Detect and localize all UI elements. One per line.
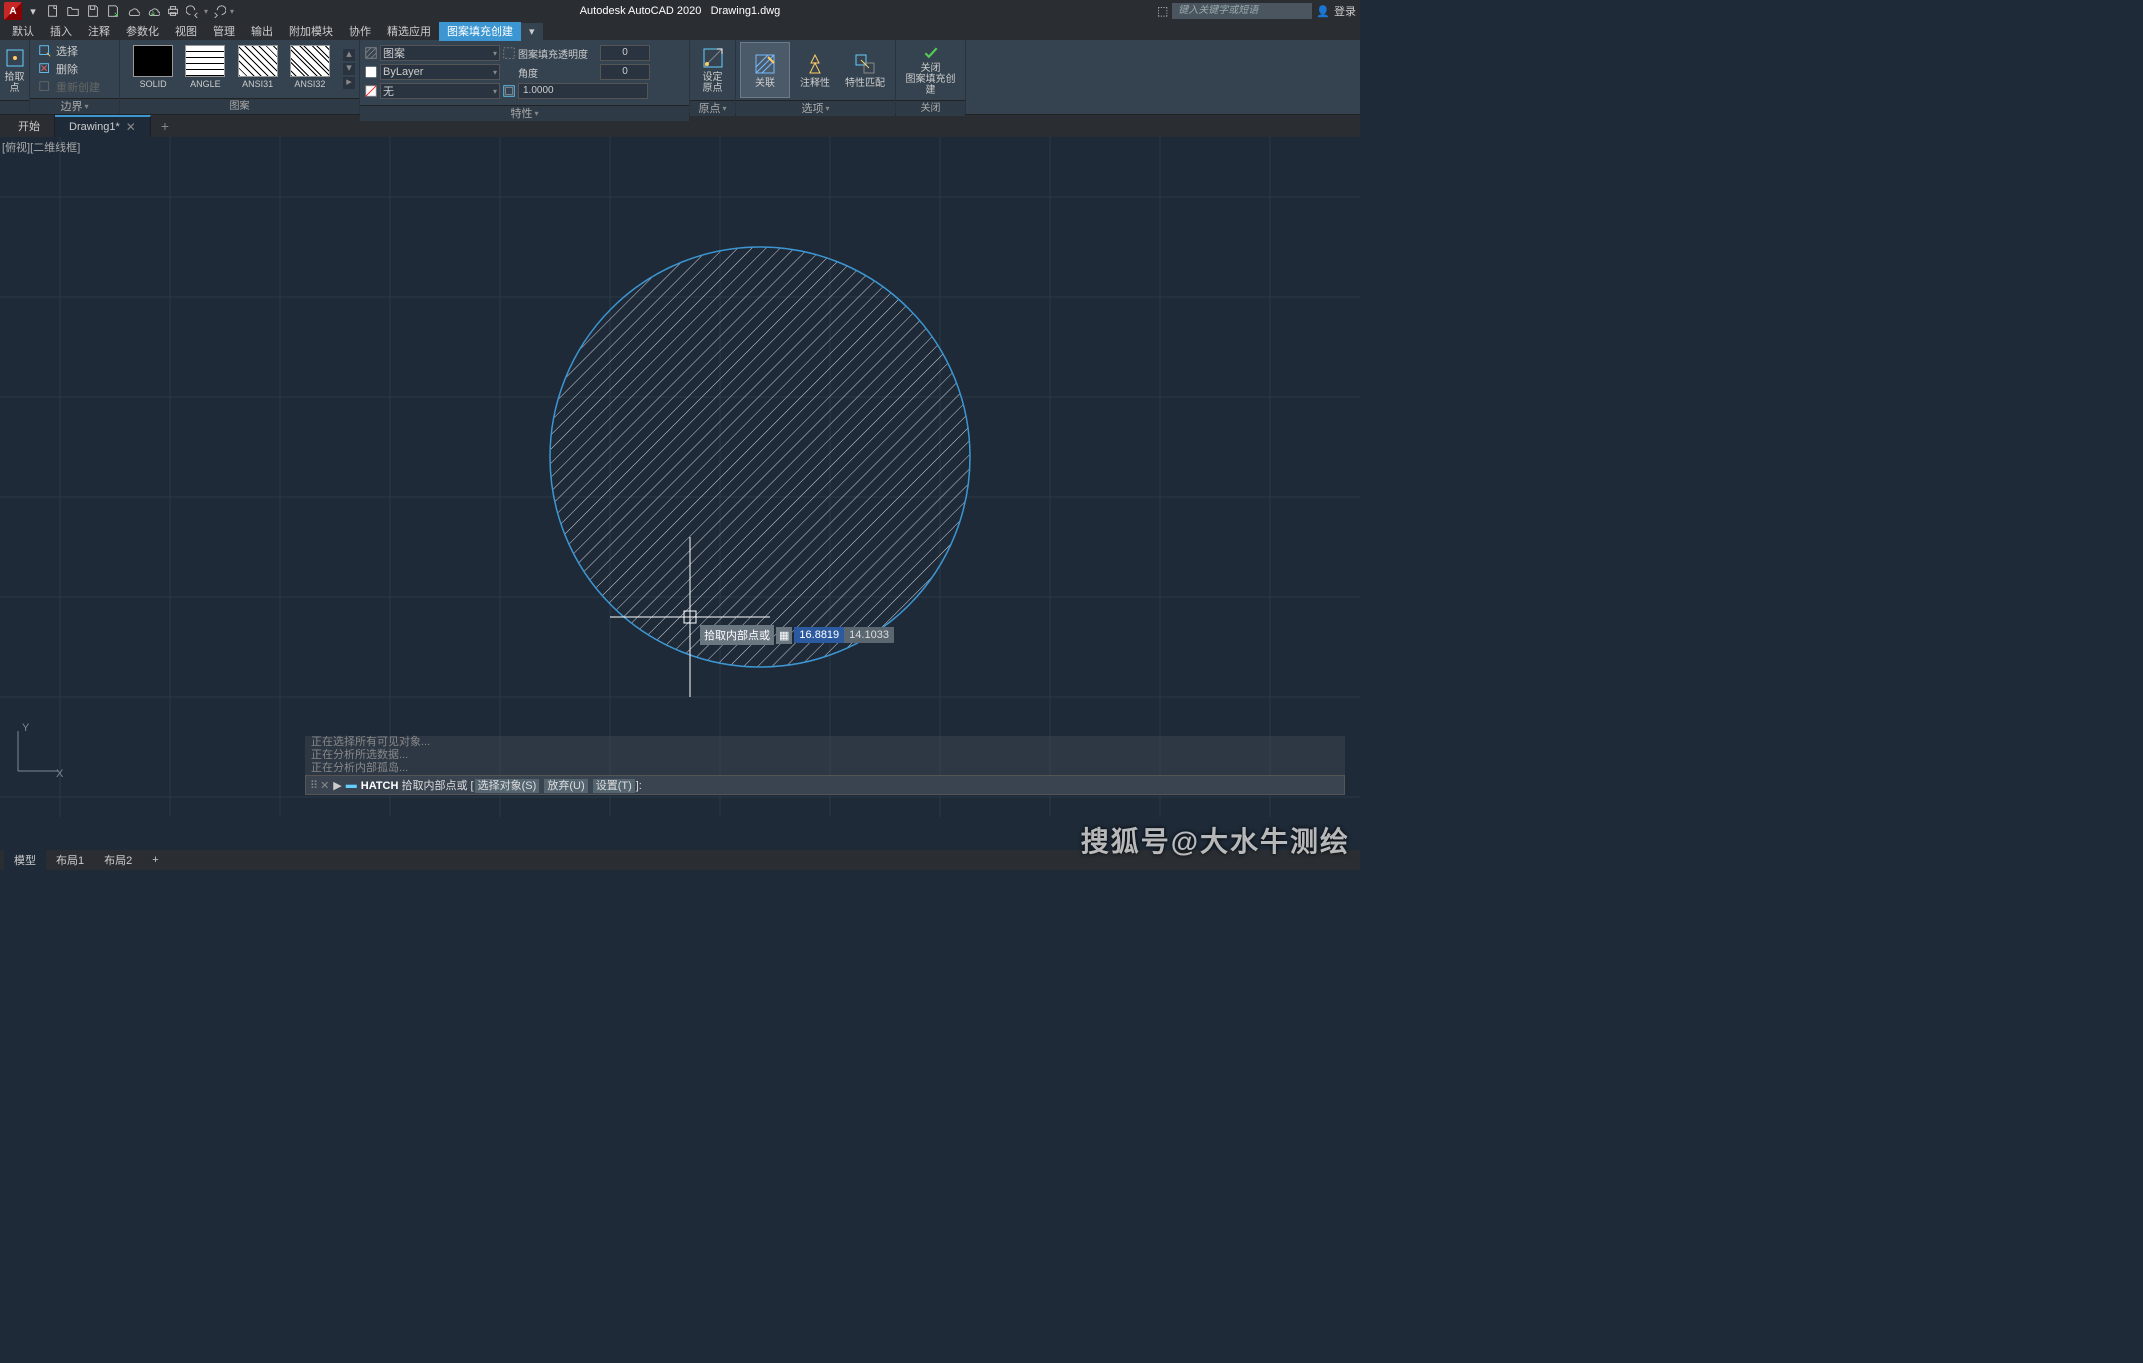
pattern-type-select[interactable]: 图案▾ [380, 45, 500, 61]
cloud-save-icon[interactable] [144, 2, 162, 20]
svg-text:X: X [56, 768, 64, 780]
hatched-circle[interactable] [550, 247, 970, 667]
login-button[interactable]: 登录 [1334, 3, 1356, 19]
grip-icon[interactable]: ⠿ [310, 779, 316, 792]
drawing-area[interactable]: [俯视][二维线框] 拾取内部点或 ▦ 16.8819 14.1033 Y X … [0, 137, 1360, 817]
swatch-ansi32[interactable]: ANSI32 [287, 45, 333, 93]
pick-points-button[interactable]: 拾取点 [1, 42, 29, 98]
tab-parametric[interactable]: 参数化 [118, 21, 167, 41]
open-icon[interactable] [64, 2, 82, 20]
panel-options-title[interactable]: 选项▾ [736, 100, 895, 116]
remove-button[interactable]: 删除 [34, 60, 104, 78]
input-icon: ▦ [776, 627, 792, 644]
layout-model[interactable]: 模型 [4, 850, 46, 870]
redo-icon[interactable] [210, 2, 228, 20]
scale-input[interactable]: 1.0000 [518, 83, 648, 99]
ribbon: 选择 删除 重新创建 边界▾ 拾取点 SOLID ANGLE ANSI31 AN… [0, 40, 1360, 115]
tab-annotate[interactable]: 注释 [80, 21, 118, 41]
cmd-icon: ▬ [346, 779, 357, 791]
annotative-button[interactable]: 注释性 [790, 42, 840, 98]
app-logo-icon[interactable]: A [4, 2, 22, 20]
pattern-prev[interactable]: ▴ [343, 49, 355, 61]
angle-input[interactable]: 0 [600, 64, 650, 80]
redo-dd[interactable]: ▾ [230, 7, 234, 16]
panel-close-title: 关闭 [896, 100, 965, 116]
tab-view[interactable]: 视图 [167, 21, 205, 41]
tab-hatch-creation[interactable]: 图案填充创建 [439, 21, 521, 41]
chevron-right-icon[interactable]: ▶ [333, 779, 341, 792]
tab-default[interactable]: 默认 [4, 21, 42, 41]
tab-start[interactable]: 开始 [4, 115, 55, 137]
associative-button[interactable]: 关联 [740, 42, 790, 98]
pattern-next[interactable]: ▾ [343, 63, 355, 75]
window-title: Autodesk AutoCAD 2020 Drawing1.dwg [580, 5, 781, 17]
tab-expand[interactable]: ▾ [521, 23, 543, 40]
tab-collab[interactable]: 协作 [341, 21, 379, 41]
tab-drawing1[interactable]: Drawing1*✕ [55, 115, 151, 137]
layout-1[interactable]: 布局1 [46, 850, 94, 870]
swatch-ansi31[interactable]: ANSI31 [235, 45, 281, 93]
add-tab-button[interactable]: + [151, 115, 179, 137]
swatch-solid[interactable]: SOLID [130, 45, 176, 93]
panel-properties-title[interactable]: 特性▾ [360, 105, 689, 121]
panel-origin-title[interactable]: 原点▾ [690, 100, 735, 116]
layout-2[interactable]: 布局2 [94, 850, 142, 870]
watermark: 搜狐号@大水牛测绘 [1081, 820, 1350, 860]
ucs-icon[interactable]: Y X [8, 721, 68, 781]
saveas-icon[interactable] [104, 2, 122, 20]
ribbon-tabs: 默认 插入 注释 参数化 视图 管理 输出 附加模块 协作 精选应用 图案填充创… [0, 22, 1360, 40]
layout-add[interactable]: + [142, 852, 168, 868]
dynamic-input: 拾取内部点或 ▦ 16.8819 14.1033 [700, 625, 894, 645]
recreate-button[interactable]: 重新创建 [34, 78, 104, 96]
tab-featured[interactable]: 精选应用 [379, 21, 439, 41]
new-icon[interactable] [44, 2, 62, 20]
angle-label: 角度 [518, 65, 598, 80]
coord-y[interactable]: 14.1033 [844, 627, 894, 643]
tab-addins[interactable]: 附加模块 [281, 21, 341, 41]
undo-icon[interactable] [184, 2, 202, 20]
close-cmd-icon[interactable]: ✕ [320, 779, 329, 792]
svg-text:Y: Y [22, 722, 30, 734]
close-hatch-button[interactable]: 关闭 图案填充创建 [900, 42, 961, 98]
pattern-expand[interactable]: ▸ [343, 77, 355, 89]
tab-insert[interactable]: 插入 [42, 21, 80, 41]
save-icon[interactable] [84, 2, 102, 20]
transparency-label: 图案填充透明度 [518, 46, 598, 61]
share-icon[interactable]: ⬚ [1157, 4, 1168, 18]
command-window[interactable]: 正在选择所有可见对象...正在分析所选数据...正在分析内部孤岛... ⠿ ✕ … [305, 736, 1345, 795]
title-bar: A ▾ ▾ ▾ Autodesk AutoCAD 2020 Drawing1.d… [0, 0, 1360, 22]
close-icon[interactable]: ✕ [126, 120, 136, 134]
qat-dropdown[interactable]: ▾ [24, 2, 42, 20]
command-input[interactable]: HATCH 拾取内部点或 [选择对象(S) 放弃(U) 设置(T)]: [361, 777, 1340, 793]
transparency-input[interactable]: 0 [600, 45, 650, 61]
login-icon[interactable]: 👤 [1316, 5, 1330, 18]
coord-x[interactable]: 16.8819 [794, 627, 844, 643]
select-button[interactable]: 选择 [34, 42, 104, 60]
undo-dd[interactable]: ▾ [204, 7, 208, 16]
panel-boundary-title[interactable]: 边界▾ [30, 98, 119, 114]
none-select[interactable]: 无▾ [380, 83, 500, 99]
search-input[interactable]: 键入关键字或短语 [1172, 3, 1312, 19]
command-history: 正在选择所有可见对象...正在分析所选数据...正在分析内部孤岛... [305, 736, 1345, 775]
tab-output[interactable]: 输出 [243, 21, 281, 41]
layer-select[interactable]: ByLayer▾ [380, 64, 500, 80]
tab-manage[interactable]: 管理 [205, 21, 243, 41]
set-origin-button[interactable]: 设定 原点 [694, 42, 731, 98]
cloud-open-icon[interactable] [124, 2, 142, 20]
panel-pattern-title: 图案 [120, 98, 359, 114]
match-properties-button[interactable]: 特性匹配 [840, 42, 890, 98]
print-icon[interactable] [164, 2, 182, 20]
swatch-angle[interactable]: ANGLE [182, 45, 228, 93]
